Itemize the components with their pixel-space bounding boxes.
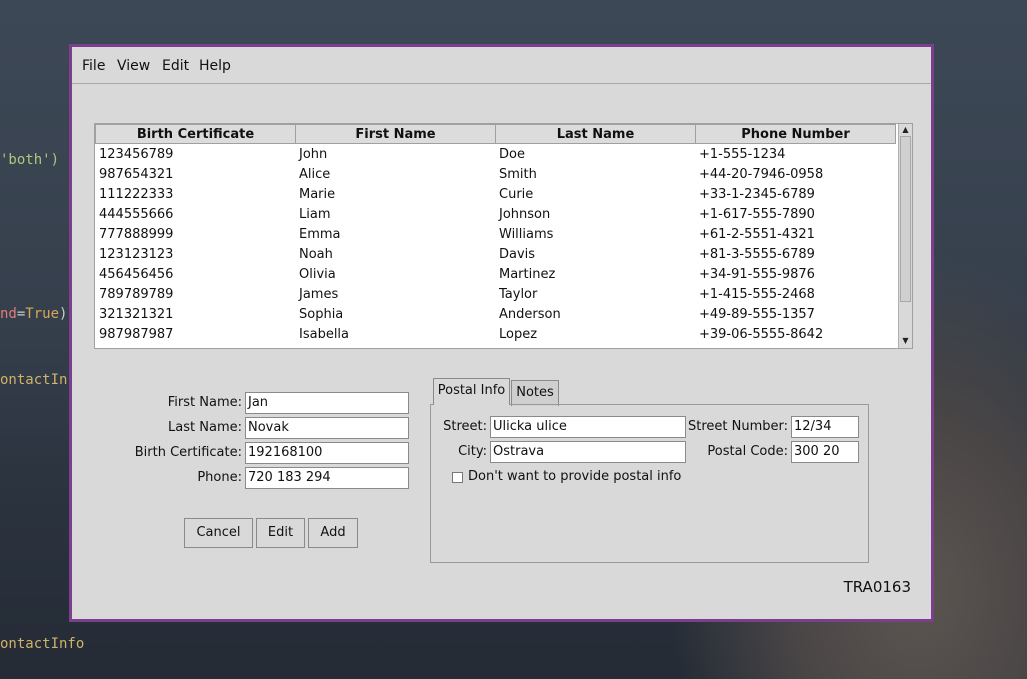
add-button[interactable]: Add	[308, 518, 358, 548]
table-cell: +1-617-555-7890	[699, 207, 815, 222]
table-cell: +33-1-2345-6789	[699, 187, 815, 202]
table-row[interactable]: 987654321 Alice Smith +44-20-7946-0958	[95, 165, 897, 185]
table-row[interactable]: 321321321 Sophia Anderson +49-89-555-1357	[95, 305, 897, 325]
table-cell: +1-555-1234	[699, 147, 786, 162]
table-cell: Smith	[499, 167, 537, 182]
first-name-label: First Name:	[167, 395, 242, 410]
table-cell: Williams	[499, 227, 554, 242]
background-code-line: 'both')	[0, 152, 60, 168]
first-name-input[interactable]: Jan	[245, 392, 409, 414]
table-cell: Olivia	[299, 267, 336, 282]
table-cell: +34-91-555-9876	[699, 267, 815, 282]
table-cell: +81-3-5555-6789	[699, 247, 815, 262]
table-cell: Doe	[499, 147, 525, 162]
background-code-line: ontactInfo	[0, 636, 85, 652]
table-cell: 111222333	[99, 187, 174, 202]
table-row[interactable]: 789789789 James Taylor +1-415-555-2468	[95, 285, 897, 305]
column-header-last-name[interactable]: Last Name	[495, 124, 696, 144]
last-name-label: Last Name:	[168, 420, 242, 435]
menu-view[interactable]: View	[117, 58, 150, 74]
table-cell: Alice	[299, 167, 331, 182]
street-number-input[interactable]: 12/34	[791, 416, 859, 438]
table-cell: Anderson	[499, 307, 561, 322]
table-row[interactable]: 456456456 Olivia Martinez +34-91-555-9876	[95, 265, 897, 285]
table-cell: 456456456	[99, 267, 174, 282]
phone-label: Phone:	[197, 470, 242, 485]
table-row[interactable]: 444555666 Liam Johnson +1-617-555-7890	[95, 205, 897, 225]
cancel-button[interactable]: Cancel	[184, 518, 253, 548]
table-cell: +39-06-5555-8642	[699, 327, 824, 342]
table-cell: Emma	[299, 227, 341, 242]
background-code-line: nd=True)	[0, 306, 68, 322]
postal-opt-out-label: Don't want to provide postal info	[468, 469, 682, 484]
column-header-first-name[interactable]: First Name	[295, 124, 496, 144]
birth-certificate-input[interactable]: 192168100	[245, 442, 409, 464]
table-cell: 987987987	[99, 327, 174, 342]
table-cell: Lopez	[499, 327, 538, 342]
birth-certificate-label: Birth Certificate:	[134, 445, 242, 460]
table-cell: 123456789	[99, 147, 174, 162]
table-row[interactable]: 123123123 Noah Davis +81-3-5555-6789	[95, 245, 897, 265]
table-cell: Curie	[499, 187, 534, 202]
table-cell: James	[299, 287, 339, 302]
table-scrollbar[interactable]: ▲ ▼	[898, 124, 912, 348]
status-code: TRA0163	[843, 578, 911, 596]
street-number-label: Street Number:	[687, 419, 788, 434]
table-cell: +61-2-5551-4321	[699, 227, 815, 242]
postal-info-panel: Street: Ulicka ulice Street Number: 12/3…	[430, 404, 869, 563]
table-cell: Davis	[499, 247, 536, 262]
postal-code-label: Postal Code:	[707, 444, 788, 459]
street-label: Street:	[443, 419, 487, 434]
scroll-down-icon[interactable]: ▼	[899, 335, 912, 347]
edit-button[interactable]: Edit	[256, 518, 305, 548]
table-cell: 321321321	[99, 307, 174, 322]
table-cell: Sophia	[299, 307, 344, 322]
table-cell: 444555666	[99, 207, 174, 222]
table-cell: +44-20-7946-0958	[699, 167, 824, 182]
last-name-input[interactable]: Novak	[245, 417, 409, 439]
table-cell: 777888999	[99, 227, 174, 242]
scroll-up-icon[interactable]: ▲	[899, 124, 912, 136]
background-code-line: ontactIn	[0, 372, 68, 388]
table-cell: Noah	[299, 247, 333, 262]
table-cell: Taylor	[499, 287, 538, 302]
table-cell: Johnson	[499, 207, 551, 222]
menu-file[interactable]: File	[82, 58, 105, 74]
table-row[interactable]: 987987987 Isabella Lopez +39-06-5555-8642	[95, 325, 897, 345]
tab-postal-info[interactable]: Postal Info	[433, 378, 510, 405]
table-cell: +1-415-555-2468	[699, 287, 815, 302]
street-input[interactable]: Ulicka ulice	[490, 416, 686, 438]
postal-code-input[interactable]: 300 20	[791, 441, 859, 463]
menu-help[interactable]: Help	[199, 58, 231, 74]
scrollbar-thumb[interactable]	[900, 136, 911, 302]
table-cell: Marie	[299, 187, 336, 202]
menu-edit[interactable]: Edit	[162, 58, 189, 74]
column-header-phone-number[interactable]: Phone Number	[695, 124, 896, 144]
table-cell: 789789789	[99, 287, 174, 302]
postal-opt-out-checkbox[interactable]	[452, 472, 463, 483]
contacts-table[interactable]: Birth Certificate First Name Last Name P…	[94, 123, 913, 349]
table-cell: Liam	[299, 207, 331, 222]
contact-window: File View Edit Help Birth Certificate Fi…	[69, 44, 934, 622]
table-cell: John	[299, 147, 328, 162]
city-label: City:	[458, 444, 487, 459]
menu-bar: File View Edit Help	[72, 47, 931, 84]
city-input[interactable]: Ostrava	[490, 441, 686, 463]
table-cell: Martinez	[499, 267, 556, 282]
table-row[interactable]: 111222333 Marie Curie +33-1-2345-6789	[95, 185, 897, 205]
phone-input[interactable]: 720 183 294	[245, 467, 409, 489]
table-cell: 123123123	[99, 247, 174, 262]
tab-notes[interactable]: Notes	[511, 380, 559, 406]
table-cell: 987654321	[99, 167, 174, 182]
table-cell: Isabella	[299, 327, 350, 342]
table-row[interactable]: 777888999 Emma Williams +61-2-5551-4321	[95, 225, 897, 245]
table-cell: +49-89-555-1357	[699, 307, 815, 322]
column-header-birth-certificate[interactable]: Birth Certificate	[95, 124, 296, 144]
table-row[interactable]: 123456789 John Doe +1-555-1234	[95, 145, 897, 165]
